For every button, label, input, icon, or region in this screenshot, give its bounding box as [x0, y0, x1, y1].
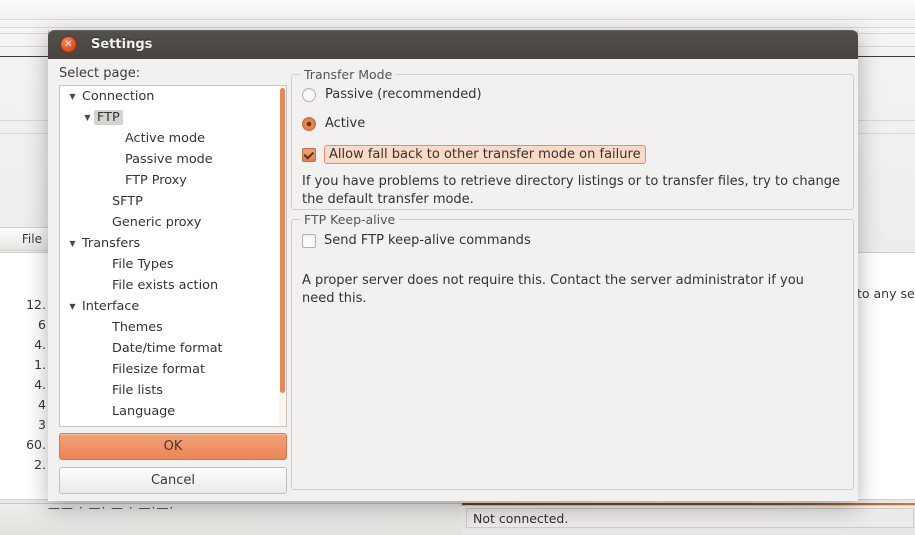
background-size-cell: 1.: [34, 357, 46, 372]
radio-active-row[interactable]: Active: [302, 116, 365, 131]
dialog-titlebar: ✕ Settings: [48, 30, 858, 59]
transfer-mode-description: If you have problems to retrieve directo…: [302, 174, 841, 208]
radio-passive-indicator[interactable]: [302, 87, 316, 102]
tree-item-generic-proxy[interactable]: Generic proxy: [60, 212, 286, 233]
checkbox-keepalive-row[interactable]: Send FTP keep-alive commands: [302, 233, 531, 248]
cancel-button[interactable]: Cancel: [59, 467, 287, 494]
tree-item-file-lists[interactable]: File lists: [60, 380, 286, 401]
background-clipped-text: to any se: [857, 286, 915, 301]
background-divider-line: [0, 27, 915, 28]
ftp-keepalive-description: A proper server does not require this. C…: [302, 273, 804, 307]
background-clipped-bottom-text: —— · —· — · —·—·: [48, 501, 175, 510]
background-size-cell: 2.: [34, 457, 46, 472]
tree-scrollbar[interactable]: [279, 86, 286, 426]
checkbox-fallback-indicator[interactable]: [302, 147, 316, 162]
settings-page-tree[interactable]: ▼ Connection ▼ FTP Active mode Passive mode FT…: [59, 85, 287, 427]
close-icon[interactable]: ✕: [60, 36, 77, 53]
tree-item-file-types[interactable]: File Types: [60, 254, 286, 275]
background-size-cell: 4: [38, 397, 46, 412]
tree-item-label: Transfers: [82, 236, 141, 251]
tree-item-transfers[interactable]: ▼ Transfers: [60, 233, 286, 254]
select-page-label: Select page:: [59, 66, 141, 81]
ftp-keepalive-group-title: FTP Keep-alive: [300, 212, 400, 227]
tree-item-label: FTP: [94, 110, 123, 125]
tree-item-language[interactable]: Language: [60, 401, 286, 422]
background-size-cell: 4.: [34, 377, 46, 392]
tree-scrollbar-thumb[interactable]: [280, 88, 285, 393]
background-size-cell: 60.: [26, 437, 46, 452]
background-divider-line: [0, 19, 915, 20]
radio-active-indicator[interactable]: [302, 116, 316, 131]
tree-item-sftp[interactable]: SFTP: [60, 191, 286, 212]
tree-item-ftp[interactable]: ▼ FTP: [60, 107, 286, 128]
tree-item-label: Connection: [82, 89, 155, 104]
checkbox-fallback-label[interactable]: Allow fall back to other transfer mode o…: [324, 145, 646, 164]
background-size-column: 12. 6 4. 1. 4. 4 3 60. 2.: [0, 295, 50, 475]
background-size-cell: 3: [38, 417, 46, 432]
tree-item-passive-mode[interactable]: Passive mode: [60, 149, 286, 170]
checkbox-keepalive-indicator[interactable]: [302, 233, 316, 248]
tree-item-label: Active mode: [125, 131, 205, 146]
radio-passive-label: Passive (recommended): [325, 87, 482, 102]
checkbox-fallback-row[interactable]: Allow fall back to other transfer mode o…: [302, 145, 646, 164]
tree-item-label: File exists action: [112, 278, 219, 293]
background-size-cell: 12.: [26, 297, 46, 312]
tree-item-label: File lists: [112, 383, 163, 398]
dialog-body: Select page: ▼ Connection ▼ FTP Active mode P…: [48, 59, 858, 501]
tree-item-filesize-format[interactable]: Filesize format: [60, 359, 286, 380]
tree-item-label: File Types: [112, 257, 174, 272]
tree-item-label: Interface: [82, 299, 140, 314]
tree-item-label: Passive mode: [125, 152, 213, 167]
radio-active-label: Active: [325, 116, 366, 131]
chevron-down-icon[interactable]: ▼: [66, 239, 79, 248]
chevron-down-icon[interactable]: ▼: [66, 302, 79, 311]
background-size-cell: 4.: [34, 337, 46, 352]
ftp-keepalive-groupbox: FTP Keep-alive Send FTP keep-alive comma…: [291, 212, 854, 490]
tree-item-label: Language: [112, 404, 176, 419]
tree-item-label: SFTP: [112, 194, 143, 209]
background-column-header-file[interactable]: File: [0, 227, 49, 251]
tree-item-label: Themes: [112, 320, 163, 335]
tree-item-label: Generic proxy: [112, 215, 202, 230]
tree-item-active-mode[interactable]: Active mode: [60, 128, 286, 149]
background-size-cell: 6: [38, 317, 46, 332]
tree-item-label: Date/time format: [112, 341, 223, 356]
radio-passive-row[interactable]: Passive (recommended): [302, 87, 482, 102]
status-message: Not connected.: [466, 508, 914, 528]
background-toolbar-strip: [0, 0, 915, 20]
tree-item-label: Filesize format: [112, 362, 205, 377]
chevron-down-icon[interactable]: ▼: [81, 113, 94, 122]
dialog-title: Settings: [91, 37, 153, 52]
tree-item-date-time-format[interactable]: Date/time format: [60, 338, 286, 359]
transfer-mode-groupbox: Transfer Mode Passive (recommended) Acti…: [291, 67, 854, 210]
settings-right-panel: Transfer Mode Passive (recommended) Acti…: [286, 59, 858, 501]
tree-item-connection[interactable]: ▼ Connection: [60, 86, 286, 107]
ok-button[interactable]: OK: [59, 433, 287, 460]
tree-item-label: FTP Proxy: [125, 173, 187, 188]
tree-item-ftp-proxy[interactable]: FTP Proxy: [60, 170, 286, 191]
chevron-down-icon[interactable]: ▼: [66, 92, 79, 101]
checkbox-keepalive-label: Send FTP keep-alive commands: [324, 233, 531, 248]
transfer-mode-group-title: Transfer Mode: [300, 67, 397, 82]
tree-item-interface[interactable]: ▼ Interface: [60, 296, 286, 317]
tree-item-file-exists-action[interactable]: File exists action: [60, 275, 286, 296]
tree-item-themes[interactable]: Themes: [60, 317, 286, 338]
